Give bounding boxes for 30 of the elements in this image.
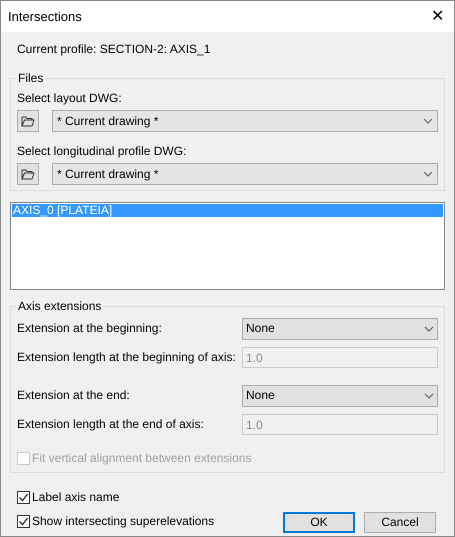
field-label: Select longitudinal profile DWG: [17, 144, 188, 159]
window-title: Intersections [8, 9, 82, 24]
field-label: Extension length at the beginning of axis: [17, 350, 236, 365]
folder-icon [21, 116, 35, 126]
checkbox-label: Fit vertical alignment between extensions [32, 451, 252, 466]
checkbox[interactable] [17, 491, 30, 504]
file-dropdown[interactable]: * Current drawing * [52, 110, 438, 132]
checkbox[interactable] [17, 515, 30, 528]
field-label: Extension length at the end of axis: [17, 417, 204, 432]
current-profile-text: Current profile: SECTION-2: AXIS_1 [17, 42, 212, 57]
field-label: Select layout DWG: [17, 91, 123, 106]
close-button[interactable]: ✕ [431, 8, 444, 24]
checkbox-label: Show intersecting superelevations [32, 514, 214, 529]
dialog-button[interactable]: OK [283, 512, 355, 533]
file-dropdown[interactable]: * Current drawing * [52, 163, 438, 185]
checkbox-label: Label axis name [32, 490, 120, 505]
dialog-button[interactable]: Cancel [364, 512, 436, 533]
browse-button[interactable] [17, 110, 39, 132]
field-label: Extension at the beginning: [17, 321, 162, 336]
checkmark-icon [18, 516, 29, 527]
extension-dropdown[interactable]: None [242, 318, 438, 340]
extension-dropdown[interactable]: None [242, 384, 438, 406]
chevron-icon [423, 171, 433, 177]
checkmark-icon [18, 492, 29, 503]
field-label: Extension at the end: [17, 388, 130, 403]
chevron-icon [423, 118, 433, 124]
chevron-icon [424, 326, 434, 332]
chevron-icon [424, 392, 434, 398]
browse-button[interactable] [17, 163, 39, 185]
folder-icon [21, 168, 35, 180]
